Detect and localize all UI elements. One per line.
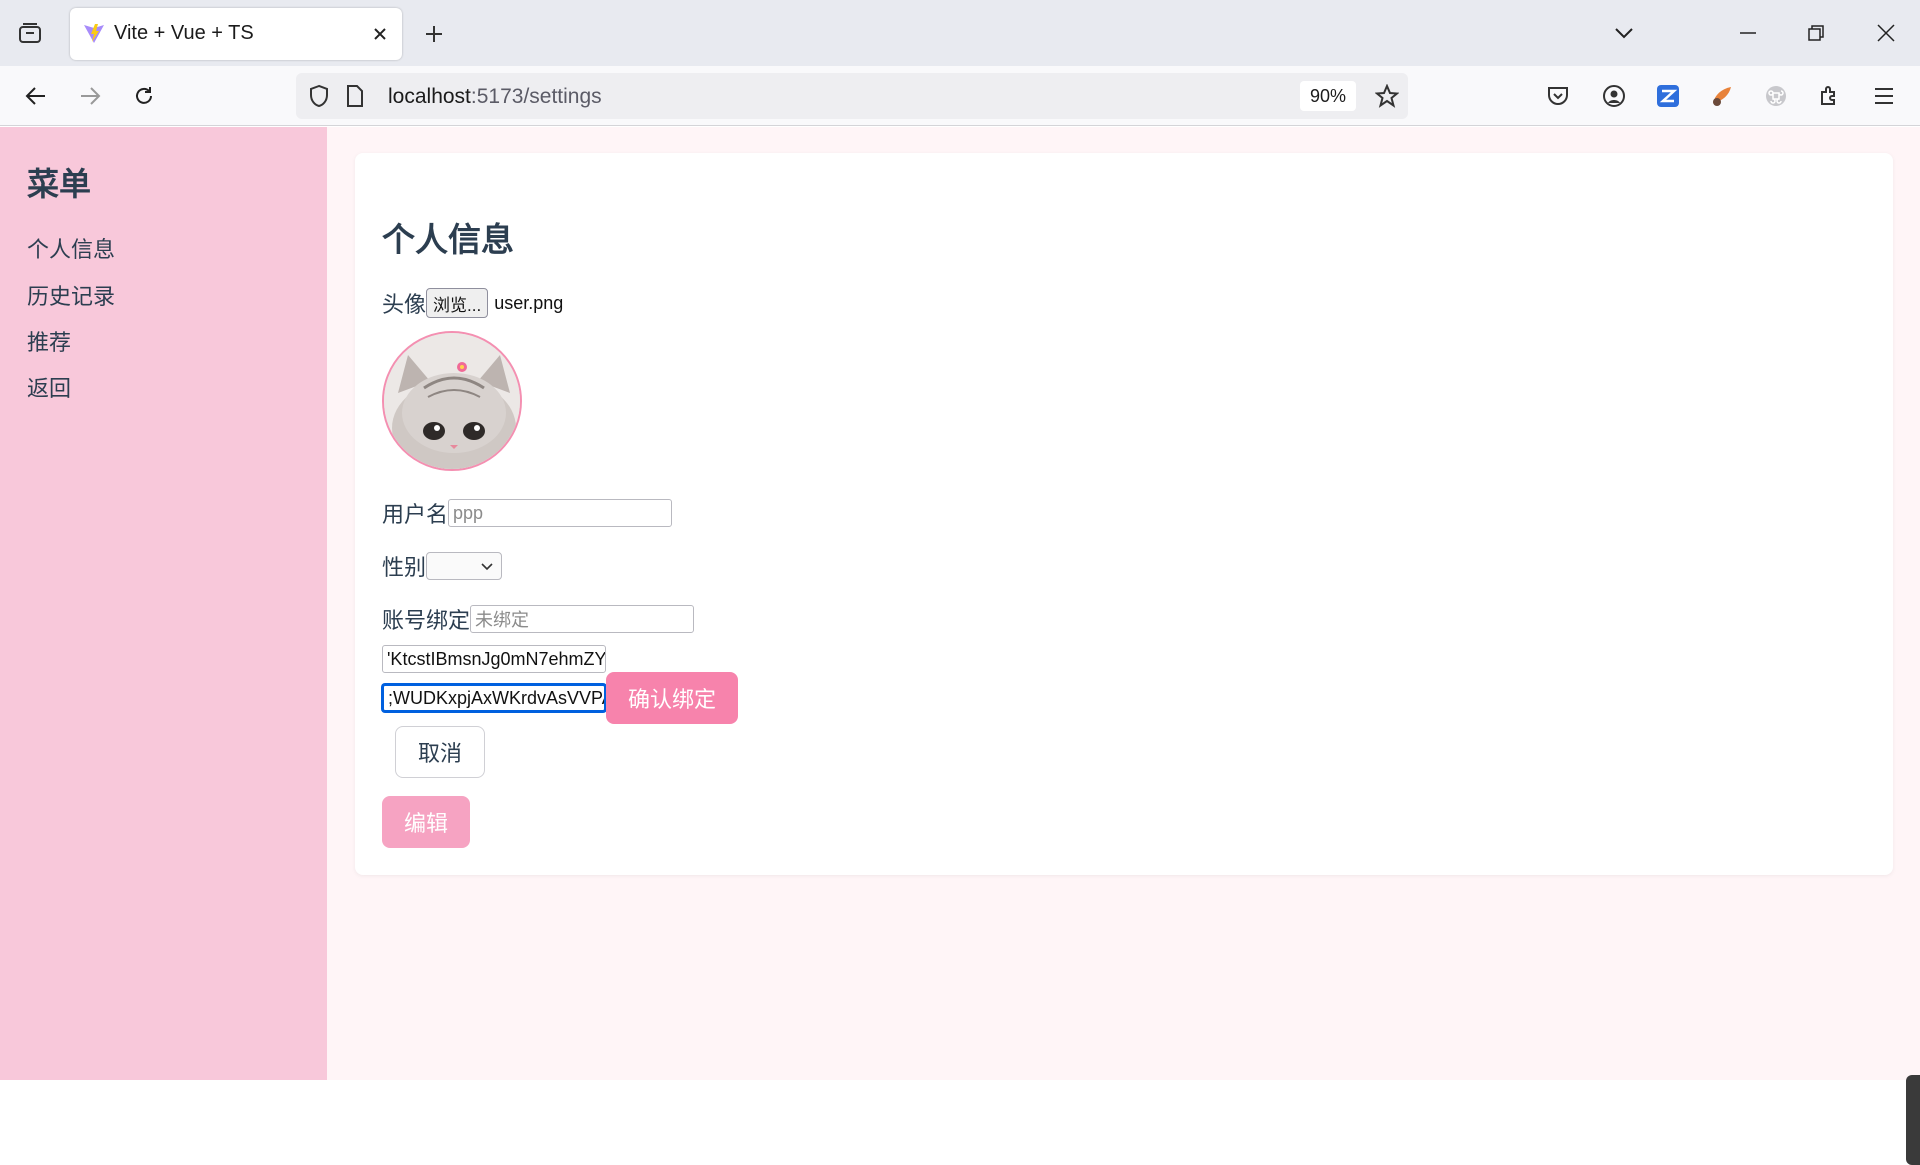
gender-select[interactable]: [426, 552, 503, 580]
back-arrow-icon[interactable]: [18, 78, 54, 114]
url-path: :5173/settings: [470, 85, 602, 108]
menu-hamburger-icon[interactable]: [1868, 80, 1900, 112]
binding-field2-row: ;WUDKxpjAxWKrdvAsVVPA 确认绑定: [382, 672, 739, 724]
page-title: 个人信息: [382, 221, 514, 258]
binding-row: 账号绑定 未绑定: [382, 603, 695, 635]
sidebar-item-history[interactable]: 历史记录: [27, 279, 115, 311]
forward-arrow-icon[interactable]: [72, 78, 108, 114]
reload-icon[interactable]: [126, 78, 162, 114]
cancel-row: 取消: [395, 726, 486, 778]
url-host: localhost: [388, 85, 471, 108]
profile-card: 个人信息 头像 浏览... user.png 用户名 ppp 性别 账号绑定 未…: [355, 153, 1893, 875]
avatar-row: 头像 浏览... user.png: [382, 287, 563, 319]
extensions-puzzle-icon[interactable]: [1814, 80, 1846, 112]
vite-logo-icon: [82, 22, 106, 46]
binding-input-1[interactable]: 'KtcstIBmsnJg0mN7ehmZY: [382, 645, 606, 673]
new-tab-button[interactable]: [418, 18, 450, 50]
brush-extension-icon[interactable]: [1706, 80, 1738, 112]
tab-title: Vite + Vue + TS: [114, 22, 254, 44]
address-bar[interactable]: localhost:5173/settings 90%: [296, 73, 1408, 119]
side-scrollbar[interactable]: [1906, 1075, 1920, 1165]
sidebar: 菜单 个人信息 历史记录 推荐 返回: [0, 127, 327, 1080]
account-icon[interactable]: [1598, 80, 1630, 112]
gender-row: 性别: [382, 550, 503, 582]
browser-tab-bar: Vite + Vue + TS: [0, 0, 1920, 66]
bookmark-star-icon[interactable]: [1374, 83, 1400, 109]
username-row: 用户名 ppp: [382, 497, 673, 529]
chevron-down-icon: [481, 558, 493, 576]
sidebar-item-recommend[interactable]: 推荐: [27, 325, 71, 357]
browse-file-button[interactable]: 浏览...: [426, 288, 489, 318]
close-window-icon[interactable]: [1868, 16, 1904, 50]
zoom-level-badge[interactable]: 90%: [1300, 81, 1356, 111]
username-label: 用户名: [382, 502, 449, 527]
command-extension-icon[interactable]: [1760, 80, 1792, 112]
close-tab-icon[interactable]: [368, 22, 392, 46]
zotero-extension-icon[interactable]: [1652, 80, 1684, 112]
shield-icon[interactable]: [306, 83, 332, 109]
url-text: localhost:5173/settings: [388, 85, 602, 109]
avatar-label: 头像: [382, 292, 427, 317]
binding-status-input[interactable]: 未绑定: [470, 605, 695, 633]
restore-icon[interactable]: [1798, 16, 1834, 50]
username-input[interactable]: ppp: [448, 499, 673, 527]
tab-overflow-chevron-icon[interactable]: [1606, 16, 1642, 50]
edit-row: 编辑: [382, 796, 471, 848]
page-icon[interactable]: [342, 83, 368, 109]
edit-button[interactable]: 编辑: [382, 796, 471, 848]
pocket-icon[interactable]: [1542, 80, 1574, 112]
browser-toolbar: localhost:5173/settings 90%: [0, 66, 1920, 126]
cancel-button[interactable]: 取消: [395, 726, 486, 778]
avatar-image: [382, 331, 522, 471]
gender-label: 性别: [382, 555, 427, 580]
confirm-binding-button[interactable]: 确认绑定: [606, 672, 739, 724]
main-content: 个人信息 头像 浏览... user.png 用户名 ppp 性别 账号绑定 未…: [327, 127, 1920, 1165]
sidebar-item-back[interactable]: 返回: [27, 371, 71, 403]
selected-file-name: user.png: [494, 292, 564, 313]
sidebar-item-profile[interactable]: 个人信息: [27, 232, 115, 264]
minimize-icon[interactable]: [1730, 16, 1766, 50]
binding-field1-row: 'KtcstIBmsnJg0mN7ehmZY: [382, 645, 606, 673]
browser-tab[interactable]: Vite + Vue + TS: [70, 8, 402, 60]
tab-list-icon[interactable]: [12, 16, 48, 50]
binding-label: 账号绑定: [382, 608, 471, 633]
binding-input-2[interactable]: ;WUDKxpjAxWKrdvAsVVPA: [382, 684, 606, 712]
sidebar-title: 菜单: [27, 166, 92, 202]
